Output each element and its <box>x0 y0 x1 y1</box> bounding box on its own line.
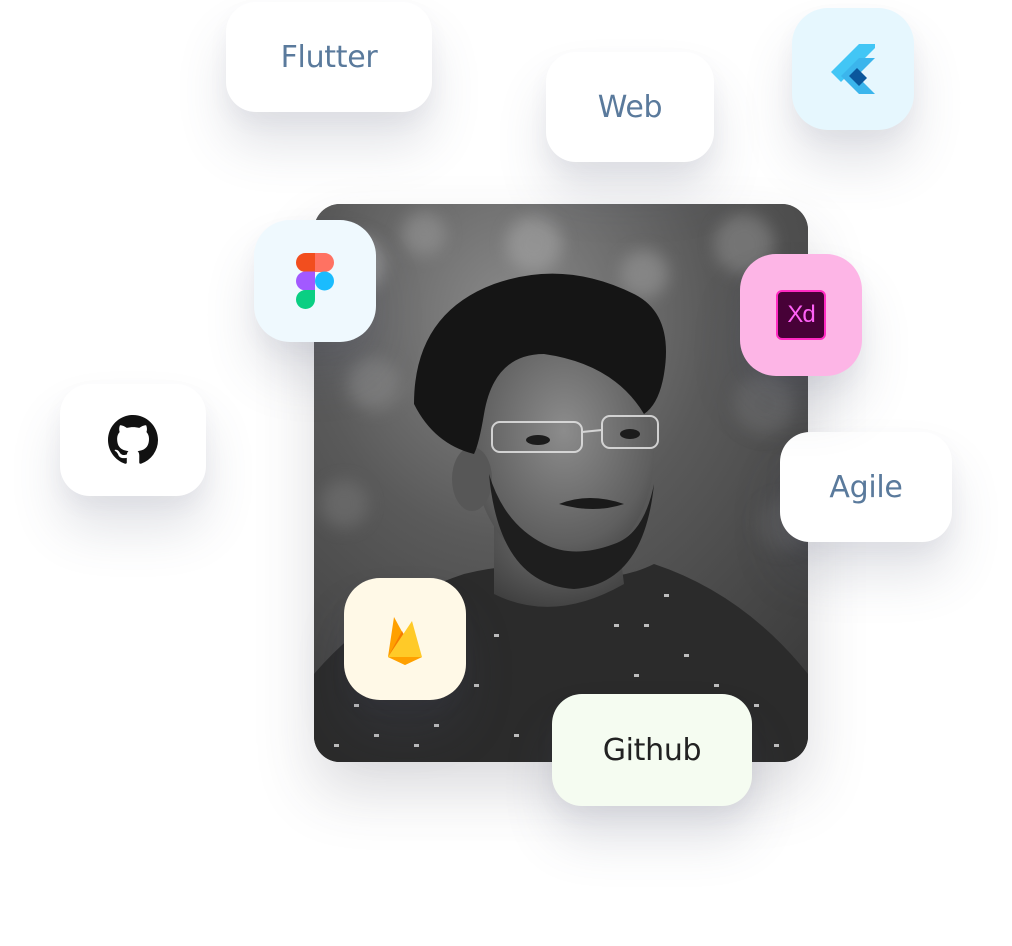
figma-icon-card <box>254 220 376 342</box>
agile-skill-chip: Agile <box>780 432 952 542</box>
adobe-xd-icon-card: Xd <box>740 254 862 376</box>
github-skill-chip: Github <box>552 694 752 806</box>
github-icon-card <box>60 384 206 496</box>
github-skill-label: Github <box>602 732 702 768</box>
figma-logo-icon <box>296 253 334 309</box>
flutter-logo-icon <box>831 44 875 94</box>
firebase-icon-card <box>344 578 466 700</box>
web-skill-chip: Web <box>546 52 714 162</box>
flutter-icon-card <box>792 8 914 130</box>
flutter-skill-label: Flutter <box>280 39 378 75</box>
adobe-xd-logo-text: Xd <box>787 301 815 328</box>
firebase-flame-icon <box>388 617 422 665</box>
agile-skill-label: Agile <box>829 469 903 505</box>
github-octocat-icon <box>108 415 158 464</box>
web-skill-label: Web <box>597 89 663 125</box>
flutter-skill-chip: Flutter <box>226 2 432 112</box>
adobe-xd-logo-icon: Xd <box>776 290 826 340</box>
